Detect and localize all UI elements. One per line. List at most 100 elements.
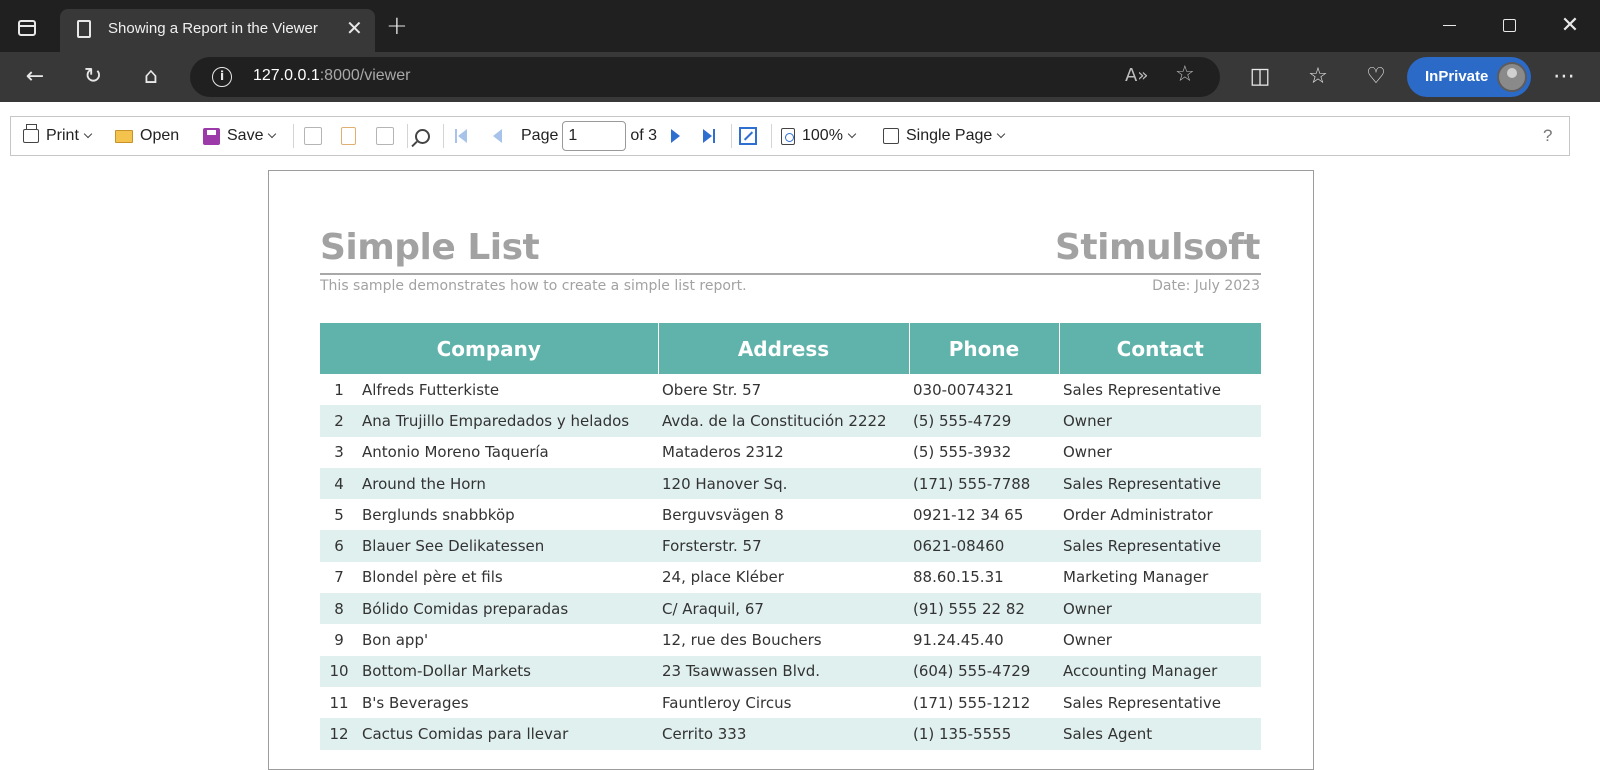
table-row: 6 Blauer See Delikatessen Forsterstr. 57 06… [320,530,1261,562]
bookmarks-button[interactable] [304,117,329,155]
home-icon[interactable]: ⌂ [136,62,166,92]
cell-address: Berguvsvägen 8 [662,505,784,524]
site-info-icon[interactable]: i [212,67,232,87]
report-date: Date: July 2023 [1152,278,1260,294]
zoom-button[interactable]: 100% [781,117,857,155]
minimize-icon[interactable] [1435,12,1465,40]
resources-icon [376,127,394,145]
row-number: 5 [334,505,344,524]
view-mode-label: Single Page [906,127,993,144]
first-page-icon [458,129,467,143]
cell-phone: (5) 555-3932 [913,443,1012,462]
tab-title: Showing a Report in the Viewer [108,20,318,37]
next-page-button[interactable] [671,117,680,155]
cell-phone: 0921-12 34 65 [913,505,1024,524]
last-page-button[interactable] [703,117,715,155]
next-page-icon [671,129,680,143]
bookmarks-icon [304,127,322,145]
chevron-down-icon [997,129,1006,139]
cell-address: 12, rue des Bouchers [662,631,822,650]
full-screen-button[interactable] [739,117,764,155]
more-options-icon[interactable]: ⋯ [1549,62,1579,92]
window-close-icon[interactable]: ✕ [1555,12,1585,40]
cell-contact: Accounting Manager [1059,655,1261,687]
address-bar[interactable]: i 127.0.0.1:8000/viewer A» ☆ [190,57,1220,97]
save-label: Save [227,127,264,144]
resources-button[interactable] [376,117,401,155]
cell-company: Blondel père et fils [362,568,503,587]
read-aloud-icon[interactable]: A» [1125,65,1148,86]
row-number: 1 [334,380,344,399]
tab-actions-icon[interactable] [18,20,36,36]
split-screen-icon[interactable]: ◫ [1245,62,1275,92]
cell-company: Bottom-Dollar Markets [358,655,658,687]
title-divider [320,273,1261,275]
cell-company: Cactus Comidas para llevar [358,718,658,750]
save-icon [203,127,220,145]
report-title: Simple List [320,227,540,268]
table-row: 7 Blondel père et fils 24, place Kléber 88.… [320,562,1261,593]
browser-tab-active[interactable]: Showing a Report in the Viewer ✕ [60,9,375,52]
row-number: 12 [320,718,358,750]
new-tab-icon[interactable]: + [386,13,408,39]
cell-phone: 91.24.45.40 [913,631,1004,650]
find-button[interactable] [415,117,437,155]
parameters-button[interactable] [341,117,363,155]
favorite-star-icon[interactable]: ☆ [1175,62,1195,87]
cell-company: Ana Trujillo Emparedados y helados [358,405,658,437]
zoom-label: 100% [802,127,843,144]
close-tab-icon[interactable]: ✕ [346,17,363,39]
cell-phone: 0621-08460 [909,530,1059,562]
first-page-bar [455,129,457,143]
view-mode-button[interactable]: Single Page [883,117,1006,155]
refresh-icon[interactable]: ↻ [78,62,108,92]
table-row: 8 Bólido Comidas preparadas C/ Araquil, 67… [320,593,1261,625]
cell-address: 120 Hanover Sq. [658,467,909,500]
full-screen-icon [739,127,757,145]
viewer-toolbar: Print Open Save Page of 3 [10,116,1570,156]
save-button[interactable]: Save [203,117,277,155]
browser-essentials-icon[interactable]: ♡ [1361,62,1391,92]
cell-address: Cerrito 333 [658,718,909,750]
browser-tab-bar: Showing a Report in the Viewer ✕ + ✕ [0,0,1600,52]
table-header-row: Company Address Phone Contact [320,323,1261,374]
prev-page-button[interactable] [493,117,502,155]
table-row: 11 B's Beverages Fauntleroy Circus (171) 55… [320,687,1261,718]
cell-company: Bon app' [362,631,429,650]
report-page: Simple List Stimulsoft This sample demon… [268,170,1314,770]
open-button[interactable]: Open [115,117,179,155]
toolbar-divider [771,124,772,148]
print-label: Print [46,127,79,144]
address-text[interactable]: 127.0.0.1:8000/viewer [253,67,410,85]
row-number: 6 [320,530,358,562]
view-mode-icon [883,128,899,144]
report-brand: Stimulsoft [1055,227,1261,268]
cell-phone: (171) 555-1212 [913,693,1031,712]
table-row: 9 Bon app' 12, rue des Bouchers 91.24.45.40… [320,624,1261,655]
page-navigator: Page of 3 [521,117,657,155]
cell-contact: Sales Representative [1059,530,1261,562]
zoom-icon [781,127,795,145]
cell-contact: Owner [1063,443,1112,462]
last-page-icon [703,129,712,143]
table-row: 5 Berglunds snabbköp Berguvsvägen 8 0921-12… [320,499,1261,530]
toolbar-divider [731,124,732,148]
cell-company: Antonio Moreno Taquería [362,443,549,462]
table-row: 4 Around the Horn 120 Hanover Sq. (171) 555… [320,467,1261,500]
back-icon[interactable]: ← [20,62,50,92]
cell-phone: (5) 555-4729 [909,405,1059,437]
cell-contact: Owner [1059,405,1261,437]
favorites-icon[interactable]: ☆ [1303,62,1333,92]
first-page-button[interactable] [455,117,467,155]
cell-contact: Owner [1059,593,1261,625]
page-number-input[interactable] [562,121,627,151]
maximize-icon[interactable] [1495,12,1525,40]
cell-address: Mataderos 2312 [662,443,784,462]
report-table-body: 1 Alfreds Futterkiste Obere Str. 57 030-007… [320,374,1261,750]
page-label: Page [521,127,559,144]
row-number: 2 [320,405,358,437]
help-button[interactable]: ? [1543,117,1552,155]
cell-contact: Owner [1063,631,1112,650]
inprivate-button[interactable]: InPrivate [1407,57,1531,97]
print-button[interactable]: Print [23,117,93,155]
